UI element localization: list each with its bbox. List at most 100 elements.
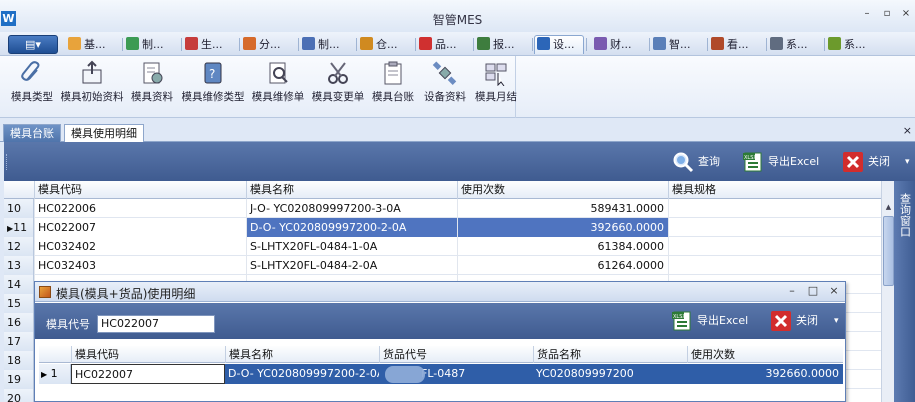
toolbar-dropdown[interactable]: ▾ [905, 150, 910, 174]
column-header-spec[interactable]: 模具规格 [668, 181, 881, 199]
repair-doc-icon [265, 60, 291, 86]
document-tabs: 模具台账 模具使用明细 × [0, 122, 915, 142]
menu-tab-12[interactable]: 系... [768, 35, 822, 54]
dialog-column-header-item-name[interactable]: 货品名称 [533, 346, 687, 363]
menu-tab-6[interactable]: 品... [417, 35, 471, 54]
cell-count[interactable]: 392660.0000 [457, 218, 668, 237]
menu-tab-9[interactable]: 财... [592, 35, 647, 54]
table-row[interactable]: 12 HC032402 S-LHTX20FL-0484-1-0A 61384.0000 [4, 237, 881, 256]
cell-mold-name[interactable]: D-O- YC020809997200-2-0A [225, 364, 379, 384]
cell-code[interactable]: HC022007 [34, 218, 246, 237]
dialog-export-excel-button[interactable]: XLSX 导出Excel [671, 309, 748, 333]
ribbon-button-label: 模具初始资料 [60, 91, 124, 103]
cell-spec[interactable] [668, 256, 881, 275]
ribbon-button-2[interactable]: 模具资料 [128, 60, 176, 104]
ribbon-button-1[interactable]: 模具初始资料 [58, 60, 126, 104]
cell-name[interactable]: S-LHTX20FL-0484-2-0A [246, 256, 457, 275]
row-number: 16 [4, 313, 34, 332]
ribbon-button-3[interactable]: ? 模具维修类型 [178, 60, 248, 104]
ribbon-button-4[interactable]: 模具维修单 [249, 60, 307, 104]
ribbon-button-0[interactable]: 模具类型 [8, 60, 56, 104]
row-index: 16 [7, 316, 21, 329]
menu-tab-10[interactable]: 智... [651, 35, 705, 54]
menu-tab-label: 生... [201, 38, 223, 51]
cell-name[interactable]: J-O- YC020809997200-3-0A [246, 199, 457, 218]
query-button[interactable]: 查询 [672, 150, 720, 174]
menu-tab-0[interactable]: 基... [66, 35, 120, 54]
dialog-export-label: 导出Excel [697, 314, 749, 327]
ribbon-button-8[interactable]: 模具月结 [475, 60, 517, 104]
restore-button[interactable]: ▫ [880, 8, 894, 19]
menu-tab-2[interactable]: 生... [183, 35, 237, 54]
vertical-scrollbar[interactable]: ▲ [881, 181, 894, 402]
table-row[interactable]: ▶11 HC022007 D-O- YC020809997200-2-0A 39266… [4, 218, 881, 237]
close-button[interactable]: 关闭 [842, 150, 890, 174]
cell-item-name[interactable]: YC020809997200 [533, 364, 687, 384]
minimize-button[interactable]: – [860, 8, 874, 19]
ribbon-button-label: 模具台账 [372, 91, 414, 103]
close-tab-icon[interactable]: × [903, 124, 912, 137]
cell-code[interactable]: HC032403 [34, 256, 246, 275]
menu-tab-5[interactable]: 仓... [358, 35, 413, 54]
ribbon-button-7[interactable]: 设备资料 [419, 60, 471, 104]
mold-code-input[interactable]: HC022007 [97, 315, 215, 333]
ribbon-button-6[interactable]: 模具台账 [369, 60, 417, 104]
dialog-table-row[interactable]: ▶ 1 HC022007 D-O- YC020809997200-2-0A FL… [39, 364, 843, 384]
row-index: 19 [7, 373, 21, 386]
box-icon [360, 37, 373, 50]
dialog-close-action-button[interactable]: 关闭 [770, 309, 818, 333]
excel-icon: XLSX [742, 151, 764, 173]
cell-mold-code[interactable]: HC022007 [71, 364, 225, 384]
dialog-column-header-count[interactable]: 使用次数 [687, 346, 843, 363]
menu-tab-label: 制... [142, 38, 164, 51]
app-menu-button[interactable]: ▤▾ [8, 35, 58, 54]
ribbon-button-label: 模具资料 [131, 91, 173, 103]
scroll-thumb[interactable] [883, 216, 894, 286]
menu-tab-4[interactable]: 制... [300, 35, 354, 54]
menu-tab-13[interactable]: 系... [826, 35, 881, 54]
cell-code[interactable]: HC032402 [34, 237, 246, 256]
export-excel-button[interactable]: XLSX 导出Excel [742, 150, 819, 174]
column-header-name[interactable]: 模具名称 [246, 181, 457, 199]
tab-mold-ledger[interactable]: 模具台账 [3, 124, 61, 142]
table-row[interactable]: 13 HC032403 S-LHTX20FL-0484-2-0A 61264.0000 [4, 256, 881, 275]
dialog-column-header-item-code[interactable]: 货品代号 [379, 346, 533, 363]
menu-tab-3[interactable]: 分... [241, 35, 296, 54]
close-window-button[interactable]: × [899, 8, 913, 19]
menu-tab-1[interactable]: 制... [124, 35, 179, 54]
dialog-maximize-button[interactable]: □ [806, 284, 820, 297]
menu-separator [707, 38, 708, 51]
toolbar-grip [6, 154, 9, 170]
dialog-column-header-code[interactable]: 模具代码 [71, 346, 225, 363]
menu-tab-label: 看... [727, 38, 749, 51]
cell-code[interactable]: HC022006 [34, 199, 246, 218]
dialog-toolbar-dropdown[interactable]: ▾ [834, 309, 839, 333]
menu-tab-8[interactable]: 设... [534, 35, 584, 54]
dialog-close-button[interactable]: × [827, 284, 841, 297]
scissors-icon [243, 37, 256, 50]
cell-use-count[interactable]: 392660.0000 [687, 364, 843, 384]
cell-count[interactable]: 589431.0000 [457, 199, 668, 218]
cell-count[interactable]: 61264.0000 [457, 256, 668, 275]
export-label: 导出Excel [768, 155, 820, 168]
table-row[interactable]: 10 HC022006 J-O- YC020809997200-3-0A 589431… [4, 199, 881, 218]
cell-spec[interactable] [668, 218, 881, 237]
dialog-minimize-button[interactable]: – [785, 284, 799, 297]
dialog-column-header-name[interactable]: 模具名称 [225, 346, 379, 363]
cell-count[interactable]: 61384.0000 [457, 237, 668, 256]
menu-tab-7[interactable]: 报... [475, 35, 530, 54]
query-window-label: 查询窗口 [898, 193, 912, 240]
cell-spec[interactable] [668, 199, 881, 218]
menu-tab-label: 财... [610, 38, 632, 51]
ribbon-button-5[interactable]: 模具变更单 [309, 60, 367, 104]
cell-name[interactable]: S-LHTX20FL-0484-1-0A [246, 237, 457, 256]
query-window-panel[interactable]: 查询窗口 [894, 181, 915, 402]
cell-name[interactable]: D-O- YC020809997200-2-0A [246, 218, 457, 237]
column-header-count[interactable]: 使用次数 [457, 181, 668, 199]
row-number: 15 [4, 294, 34, 313]
ribbon-button-label: 模具类型 [11, 91, 53, 103]
cell-spec[interactable] [668, 237, 881, 256]
column-header-code[interactable]: 模具代码 [34, 181, 246, 199]
menu-tab-11[interactable]: 看... [709, 35, 764, 54]
tab-mold-usage-detail[interactable]: 模具使用明细 [64, 124, 144, 142]
